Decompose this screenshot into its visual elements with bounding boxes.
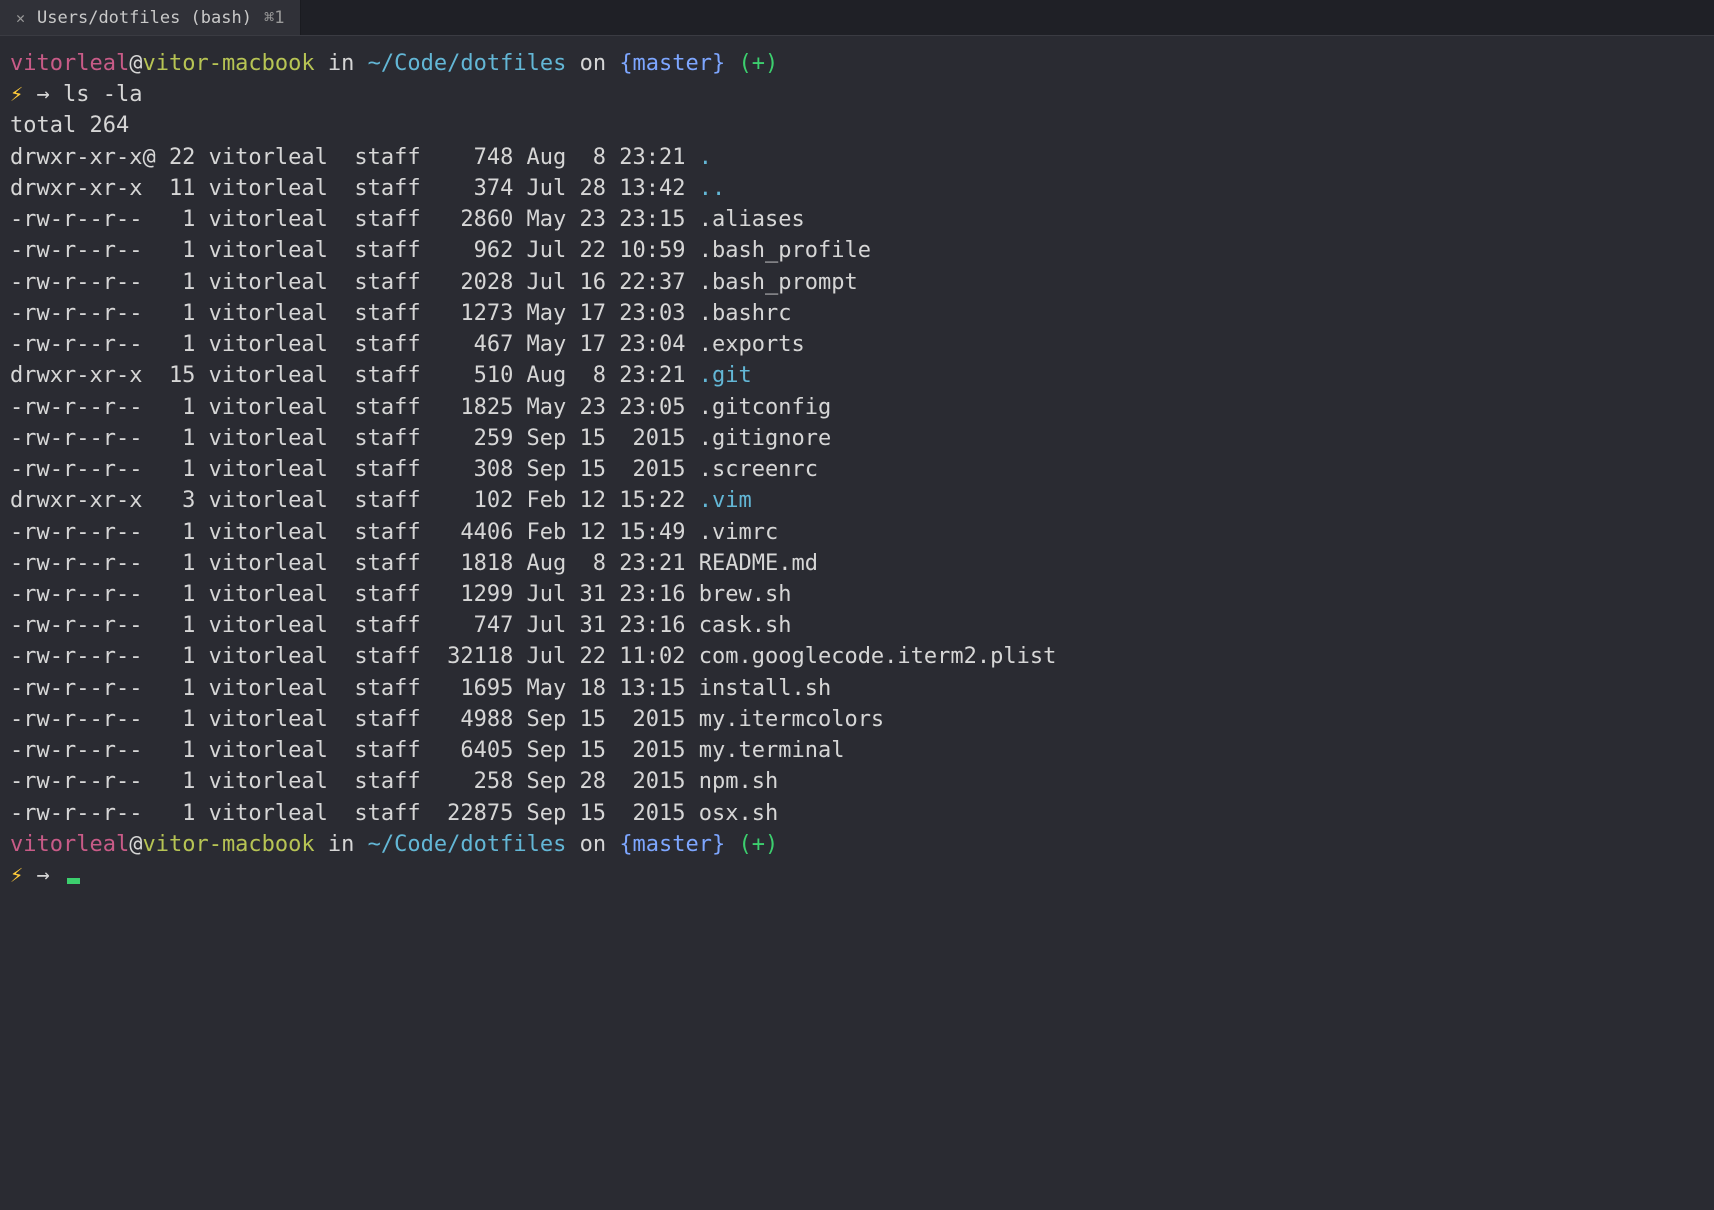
ls-row: drwxr-xr-x 11 vitorleal staff 374 Jul 28… [10, 173, 1704, 204]
ls-row-name: install.sh [699, 676, 831, 701]
ls-row: -rw-r--r-- 1 vitorleal staff 747 Jul 31 … [10, 610, 1704, 641]
prompt-on: on [566, 51, 619, 76]
ls-row-meta: -rw-r--r-- 1 vitorleal staff 259 Sep 15 … [10, 426, 699, 451]
total-line: total 264 [10, 110, 1704, 141]
arrow-icon: → [23, 863, 63, 888]
bolt-icon: ⚡ [10, 863, 23, 888]
prompt-line-2: ⚡ → ls -la [10, 79, 1704, 110]
prompt-line-1: vitorleal@vitor-macbook in ~/Code/dotfil… [10, 48, 1704, 79]
ls-row-name: osx.sh [699, 801, 778, 826]
prompt-path: ~/Code/dotfiles [368, 832, 567, 857]
ls-row-meta: drwxr-xr-x 11 vitorleal staff 374 Jul 28… [10, 176, 699, 201]
arrow-icon: → [23, 82, 63, 107]
ls-row-name: brew.sh [699, 582, 792, 607]
ls-row-meta: -rw-r--r-- 1 vitorleal staff 2860 May 23… [10, 207, 699, 232]
ls-row: drwxr-xr-x 3 vitorleal staff 102 Feb 12 … [10, 485, 1704, 516]
ls-row-meta: drwxr-xr-x 3 vitorleal staff 102 Feb 12 … [10, 488, 699, 513]
ls-row-meta: drwxr-xr-x@ 22 vitorleal staff 748 Aug 8… [10, 145, 699, 170]
ls-row-meta: -rw-r--r-- 1 vitorleal staff 1818 Aug 8 … [10, 551, 699, 576]
ls-row: -rw-r--r-- 1 vitorleal staff 6405 Sep 15… [10, 735, 1704, 766]
ls-row: -rw-r--r-- 1 vitorleal staff 4988 Sep 15… [10, 704, 1704, 735]
ls-row-name: .vim [699, 488, 752, 513]
ls-row: drwxr-xr-x 15 vitorleal staff 510 Aug 8 … [10, 360, 1704, 391]
ls-row-meta: -rw-r--r-- 1 vitorleal staff 308 Sep 15 … [10, 457, 699, 482]
prompt-at: @ [129, 51, 142, 76]
prompt-host: vitor-macbook [142, 832, 314, 857]
ls-row-name: . [699, 145, 712, 170]
ls-row: -rw-r--r-- 1 vitorleal staff 4406 Feb 12… [10, 517, 1704, 548]
ls-row-name: .. [699, 176, 726, 201]
tab-bar: ✕ Users/dotfiles (bash) ⌘1 [0, 0, 1714, 36]
ls-row: -rw-r--r-- 1 vitorleal staff 1695 May 18… [10, 673, 1704, 704]
ls-row-name: .git [699, 363, 752, 388]
ls-row-name: cask.sh [699, 613, 792, 638]
prompt-command: ls -la [63, 82, 142, 107]
prompt-path: ~/Code/dotfiles [368, 51, 567, 76]
ls-row-meta: -rw-r--r-- 1 vitorleal staff 1695 May 18… [10, 676, 699, 701]
prompt-branch: {master} [619, 832, 725, 857]
ls-row-name: .bashrc [699, 301, 792, 326]
ls-row-meta: drwxr-xr-x 15 vitorleal staff 510 Aug 8 … [10, 363, 699, 388]
ls-row-meta: -rw-r--r-- 1 vitorleal staff 1299 Jul 31… [10, 582, 699, 607]
terminal-area[interactable]: vitorleal@vitor-macbook in ~/Code/dotfil… [0, 36, 1714, 903]
ls-row-meta: -rw-r--r-- 1 vitorleal staff 747 Jul 31 … [10, 613, 699, 638]
ls-row-name: .gitignore [699, 426, 831, 451]
ls-row-meta: -rw-r--r-- 1 vitorleal staff 962 Jul 22 … [10, 238, 699, 263]
prompt-dirty: (+) [739, 832, 779, 857]
ls-row: -rw-r--r-- 1 vitorleal staff 32118 Jul 2… [10, 641, 1704, 672]
ls-row-meta: -rw-r--r-- 1 vitorleal staff 258 Sep 28 … [10, 769, 699, 794]
ls-row-name: .aliases [699, 207, 805, 232]
tab-dotfiles[interactable]: ✕ Users/dotfiles (bash) ⌘1 [0, 0, 301, 35]
close-icon[interactable]: ✕ [16, 9, 25, 27]
ls-row-meta: -rw-r--r-- 1 vitorleal staff 4406 Feb 12… [10, 520, 699, 545]
prompt-line-4: ⚡ → [10, 860, 1704, 891]
ls-row: -rw-r--r-- 1 vitorleal staff 1818 Aug 8 … [10, 548, 1704, 579]
ls-row: drwxr-xr-x@ 22 vitorleal staff 748 Aug 8… [10, 142, 1704, 173]
ls-row-name: .bash_profile [699, 238, 871, 263]
ls-row: -rw-r--r-- 1 vitorleal staff 308 Sep 15 … [10, 454, 1704, 485]
ls-row-meta: -rw-r--r-- 1 vitorleal staff 32118 Jul 2… [10, 644, 699, 669]
ls-row-name: .vimrc [699, 520, 778, 545]
prompt-host: vitor-macbook [142, 51, 314, 76]
ls-row-meta: -rw-r--r-- 1 vitorleal staff 467 May 17 … [10, 332, 699, 357]
ls-row: -rw-r--r-- 1 vitorleal staff 1273 May 17… [10, 298, 1704, 329]
ls-row-name: my.terminal [699, 738, 845, 763]
ls-row-name: my.itermcolors [699, 707, 884, 732]
tab-label: Users/dotfiles (bash) [37, 8, 252, 28]
ls-row: -rw-r--r-- 1 vitorleal staff 467 May 17 … [10, 329, 1704, 360]
cursor [67, 878, 80, 884]
prompt-in: in [315, 51, 368, 76]
ls-row-name: .screenrc [699, 457, 818, 482]
ls-row-meta: -rw-r--r-- 1 vitorleal staff 6405 Sep 15… [10, 738, 699, 763]
ls-row-name: com.googlecode.iterm2.plist [699, 644, 1057, 669]
prompt-user: vitorleal [10, 832, 129, 857]
ls-row-meta: -rw-r--r-- 1 vitorleal staff 1273 May 17… [10, 301, 699, 326]
ls-row: -rw-r--r-- 1 vitorleal staff 962 Jul 22 … [10, 235, 1704, 266]
ls-row: -rw-r--r-- 1 vitorleal staff 258 Sep 28 … [10, 766, 1704, 797]
ls-row-name: .exports [699, 332, 805, 357]
ls-row: -rw-r--r-- 1 vitorleal staff 259 Sep 15 … [10, 423, 1704, 454]
tab-shortcut: ⌘1 [264, 8, 284, 28]
ls-row: -rw-r--r-- 1 vitorleal staff 2860 May 23… [10, 204, 1704, 235]
ls-row-meta: -rw-r--r-- 1 vitorleal staff 1825 May 23… [10, 395, 699, 420]
ls-row: -rw-r--r-- 1 vitorleal staff 1299 Jul 31… [10, 579, 1704, 610]
ls-row: -rw-r--r-- 1 vitorleal staff 1825 May 23… [10, 392, 1704, 423]
ls-row-meta: -rw-r--r-- 1 vitorleal staff 22875 Sep 1… [10, 801, 699, 826]
prompt-branch: {master} [619, 51, 725, 76]
ls-row-meta: -rw-r--r-- 1 vitorleal staff 2028 Jul 16… [10, 270, 699, 295]
prompt-line-3: vitorleal@vitor-macbook in ~/Code/dotfil… [10, 829, 1704, 860]
bolt-icon: ⚡ [10, 82, 23, 107]
ls-row-name: .gitconfig [699, 395, 831, 420]
ls-row-meta: -rw-r--r-- 1 vitorleal staff 4988 Sep 15… [10, 707, 699, 732]
ls-row-name: npm.sh [699, 769, 778, 794]
ls-row: -rw-r--r-- 1 vitorleal staff 22875 Sep 1… [10, 798, 1704, 829]
prompt-user: vitorleal [10, 51, 129, 76]
prompt-dirty: (+) [739, 51, 779, 76]
ls-row-name: README.md [699, 551, 818, 576]
ls-row: -rw-r--r-- 1 vitorleal staff 2028 Jul 16… [10, 267, 1704, 298]
ls-row-name: .bash_prompt [699, 270, 858, 295]
